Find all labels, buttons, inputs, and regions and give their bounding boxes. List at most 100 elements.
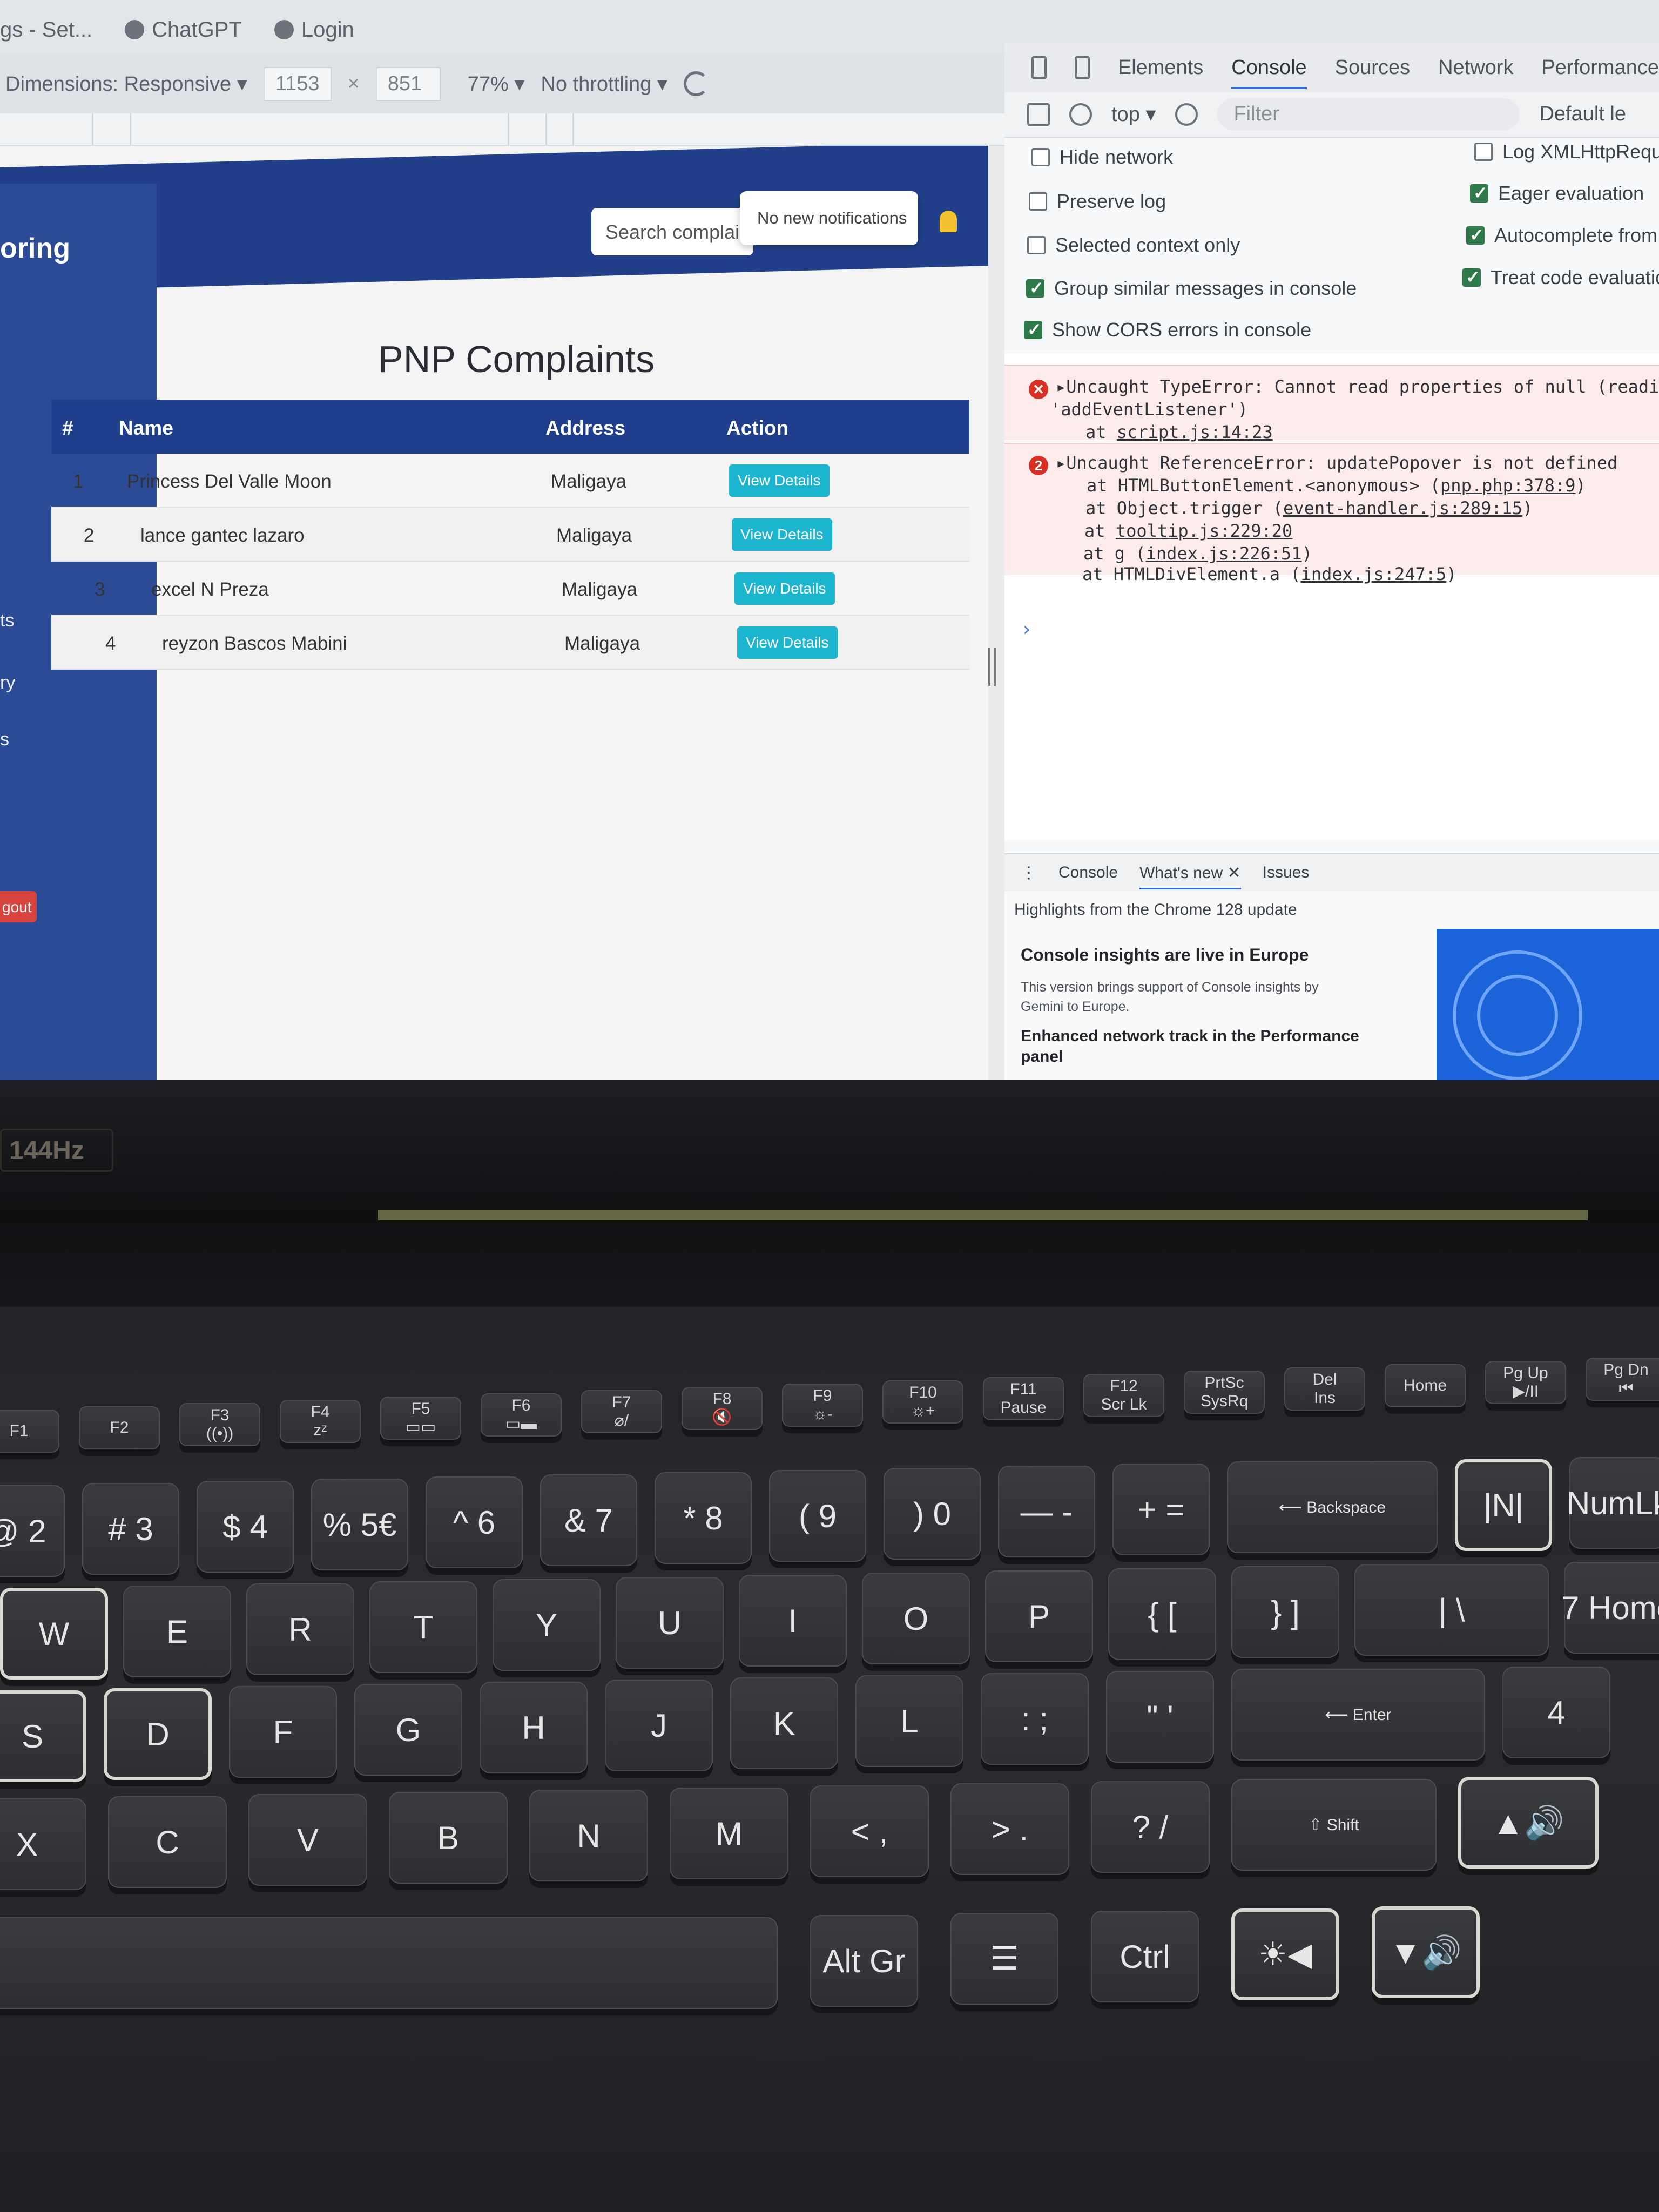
key-function-3[interactable]: F4 zᶻ: [280, 1400, 361, 1443]
key-function-7[interactable]: F8 🔇: [682, 1387, 763, 1430]
drawer-menu-icon[interactable]: ⋮: [1021, 864, 1037, 882]
setting-cors-errors[interactable]: Show CORS errors in console: [1024, 319, 1311, 341]
whats-new-title[interactable]: Enhanced network track in the Performanc…: [1021, 1026, 1366, 1067]
key-home-2[interactable]: F: [229, 1686, 337, 1778]
filter-input[interactable]: Filter: [1217, 98, 1520, 130]
tab-console[interactable]: Console: [1231, 56, 1307, 89]
height-input[interactable]: 851: [375, 66, 441, 101]
key-shift-4[interactable]: N: [529, 1790, 648, 1881]
key-function-11[interactable]: F12 Scr Lk: [1083, 1374, 1164, 1417]
checkbox-checked[interactable]: [1466, 225, 1485, 245]
search-input[interactable]: Search complaint: [591, 208, 753, 255]
bell-icon[interactable]: [940, 211, 957, 232]
key-shift-10[interactable]: ▲🔊: [1458, 1777, 1599, 1869]
key-function-1[interactable]: F2: [79, 1406, 160, 1449]
drawer-tab-whats-new[interactable]: What's new ✕: [1139, 864, 1241, 889]
key-number-6[interactable]: * 8: [655, 1472, 752, 1564]
bookmark-login[interactable]: Login: [274, 18, 354, 42]
key-function-8[interactable]: F9 ☼-: [782, 1384, 863, 1427]
key-number-0[interactable]: @ 2: [0, 1485, 65, 1577]
setting-treat-eval[interactable]: Treat code evaluation a: [1462, 266, 1659, 289]
setting-log-xhr[interactable]: Log XMLHttpReques: [1474, 140, 1659, 163]
source-link[interactable]: tooltip.js:229:20: [1116, 521, 1293, 541]
checkbox[interactable]: [1474, 143, 1493, 161]
key-shift-1[interactable]: C: [108, 1796, 227, 1888]
throttling-select[interactable]: No throttling ▾: [541, 72, 667, 96]
key-function-6[interactable]: F7 ⌀/: [581, 1390, 662, 1433]
key-shift-3[interactable]: B: [389, 1792, 508, 1884]
key-top-9[interactable]: { [: [1108, 1568, 1216, 1660]
key-top-12[interactable]: 7 Home: [1561, 1562, 1659, 1654]
view-details-button[interactable]: View Details: [737, 626, 838, 659]
device-toggle-icon[interactable]: [1074, 56, 1090, 79]
key-number-11[interactable]: ⟵ Backspace: [1227, 1461, 1438, 1553]
key-number-10[interactable]: + =: [1112, 1464, 1210, 1555]
key-top-7[interactable]: O: [862, 1573, 970, 1664]
checkbox[interactable]: [1027, 236, 1046, 254]
console-error[interactable]: ✕ ▸Uncaught TypeError: Cannot read prope…: [1004, 365, 1659, 442]
key-top-6[interactable]: I: [739, 1575, 847, 1667]
checkbox-checked[interactable]: [1026, 278, 1044, 298]
key-top-8[interactable]: P: [985, 1570, 1093, 1662]
source-link[interactable]: index.js:247:5: [1301, 564, 1447, 584]
console-error[interactable]: 2 ▸Uncaught ReferenceError: updatePopove…: [1004, 443, 1659, 584]
key-bottom-2[interactable]: ☰: [950, 1913, 1058, 2005]
logout-button[interactable]: gout: [0, 891, 37, 922]
key-home-11[interactable]: 4: [1502, 1667, 1610, 1758]
checkbox[interactable]: [1031, 148, 1050, 166]
key-shift-5[interactable]: M: [670, 1788, 788, 1879]
key-function-5[interactable]: F6 ▭▬: [481, 1393, 562, 1437]
sidebar-item[interactable]: s: [0, 729, 9, 750]
eye-icon[interactable]: [1175, 103, 1198, 126]
key-bottom-1[interactable]: Alt Gr: [810, 1915, 918, 2007]
whats-new-title[interactable]: Console insights are live in Europe: [1021, 945, 1309, 965]
drawer-tab-issues[interactable]: Issues: [1263, 864, 1310, 882]
key-function-12[interactable]: PrtSc SysRq: [1184, 1371, 1265, 1414]
key-function-16[interactable]: Pg Dn ⏮: [1586, 1358, 1659, 1401]
key-bottom-0[interactable]: [0, 1917, 778, 2009]
video-thumbnail[interactable]: [1437, 929, 1659, 1080]
panel-resize-handle[interactable]: [988, 648, 996, 686]
checkbox-checked[interactable]: [1024, 319, 1042, 340]
inspect-element-icon[interactable]: [1031, 56, 1047, 79]
tab-network[interactable]: Network: [1438, 56, 1513, 79]
key-home-3[interactable]: G: [354, 1684, 462, 1776]
bookmark-settings[interactable]: gs - Set...: [0, 18, 92, 42]
key-number-3[interactable]: % 5€: [311, 1479, 408, 1570]
setting-autocomplete[interactable]: Autocomplete from hi: [1466, 224, 1659, 247]
key-number-2[interactable]: $ 4: [197, 1481, 294, 1573]
key-top-2[interactable]: R: [246, 1583, 354, 1675]
key-function-13[interactable]: Del Ins: [1284, 1367, 1365, 1411]
key-number-1[interactable]: # 3: [82, 1483, 179, 1575]
bookmark-chatgpt[interactable]: ChatGPT: [125, 18, 242, 42]
key-number-8[interactable]: ) 0: [884, 1468, 981, 1560]
view-details-button[interactable]: View Details: [729, 464, 830, 497]
key-bottom-3[interactable]: Ctrl: [1091, 1911, 1199, 2002]
key-home-0[interactable]: S: [0, 1690, 86, 1782]
checkbox-checked[interactable]: [1470, 183, 1488, 203]
console-prompt[interactable]: ›: [1021, 618, 1033, 640]
zoom-select[interactable]: 77% ▾: [468, 72, 525, 96]
clear-console-icon[interactable]: [1069, 103, 1092, 126]
key-number-4[interactable]: ^ 6: [426, 1476, 523, 1568]
key-home-10[interactable]: ⟵ Enter: [1231, 1669, 1485, 1761]
view-details-button[interactable]: View Details: [734, 572, 835, 605]
key-function-10[interactable]: F11 Pause: [983, 1377, 1064, 1420]
key-shift-6[interactable]: < ,: [810, 1785, 929, 1877]
key-home-6[interactable]: K: [730, 1677, 838, 1769]
key-top-1[interactable]: E: [123, 1586, 231, 1677]
rotate-icon[interactable]: [683, 71, 709, 96]
key-number-7[interactable]: ( 9: [769, 1470, 866, 1562]
key-function-14[interactable]: Home: [1385, 1364, 1466, 1407]
key-home-1[interactable]: D: [104, 1688, 212, 1780]
key-top-4[interactable]: Y: [493, 1579, 601, 1671]
key-home-9[interactable]: " ': [1106, 1671, 1214, 1763]
setting-hide-network[interactable]: Hide network: [1031, 146, 1173, 168]
view-details-button[interactable]: View Details: [732, 518, 832, 551]
key-home-5[interactable]: J: [605, 1680, 713, 1771]
key-top-3[interactable]: T: [369, 1581, 477, 1673]
checkbox[interactable]: [1029, 192, 1047, 211]
key-number-9[interactable]: — -: [998, 1466, 1095, 1557]
key-shift-8[interactable]: ? /: [1091, 1781, 1210, 1873]
tab-elements[interactable]: Elements: [1118, 56, 1203, 79]
